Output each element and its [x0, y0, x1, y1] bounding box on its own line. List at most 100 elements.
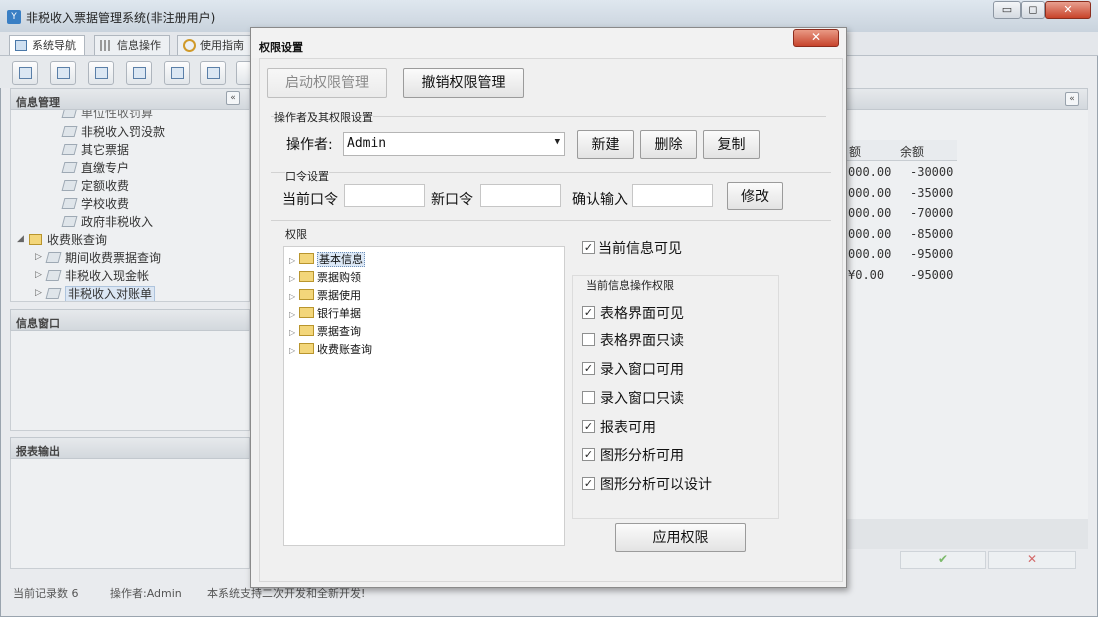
collapsed-arrow-icon[interactable]: ▷	[35, 252, 42, 262]
export-tool-button[interactable]	[200, 61, 226, 85]
tree-item[interactable]: 政府非税收入	[61, 213, 153, 230]
ops-checkbox[interactable]: ✓	[582, 448, 595, 461]
list-icon	[57, 67, 70, 79]
leaf-icon	[45, 252, 62, 263]
visible-checkbox[interactable]: ✓	[582, 241, 595, 254]
expand-arrow-icon: ▷	[289, 274, 296, 283]
grid-cell: 000.00	[848, 206, 892, 220]
tree-item-selected[interactable]: 非税收入对账单	[45, 285, 156, 301]
tab-label: 系统导航	[32, 39, 76, 52]
grid-panel-header	[842, 88, 1088, 110]
tree-item[interactable]: 非税收入罚没款	[61, 123, 165, 140]
current-password-input[interactable]	[344, 184, 425, 207]
close-button[interactable]: ✕	[1045, 1, 1091, 19]
tab-label: 信息操作	[117, 39, 161, 52]
collapsed-arrow-icon[interactable]: ▷	[35, 270, 42, 280]
leaf-icon	[61, 180, 78, 191]
modify-button[interactable]: 修改	[727, 182, 783, 210]
confirm-button[interactable]: ✔	[900, 551, 986, 569]
tree-item[interactable]: 学校收费	[61, 195, 129, 212]
ops-checkbox[interactable]: ✓	[582, 306, 595, 319]
dialog-close-button[interactable]: ✕	[793, 29, 839, 47]
grid-cell: -95000	[910, 267, 954, 282]
cancel-button[interactable]: ✕	[988, 551, 1076, 569]
delete-button[interactable]: 删除	[640, 130, 697, 159]
tree-folder[interactable]: 收费账查询	[29, 231, 107, 248]
collapsed-arrow-icon[interactable]: ▷	[35, 288, 42, 298]
folder-icon	[299, 289, 314, 300]
new-password-input[interactable]	[480, 184, 561, 207]
expand-panel-button[interactable]: «	[1065, 92, 1079, 106]
report-output-body	[10, 459, 250, 569]
panel-title: 信息窗口	[16, 317, 60, 330]
ops-checkbox[interactable]: ✓	[582, 477, 595, 490]
confirm-password-input[interactable]	[632, 184, 713, 207]
ops-checkbox[interactable]: ✓	[582, 362, 595, 375]
app-icon: Y	[7, 10, 21, 24]
collapse-left-button[interactable]: «	[226, 91, 240, 105]
folder-icon	[29, 234, 42, 245]
tab-system-nav[interactable]: 系统导航	[9, 35, 85, 55]
tree-item[interactable]: 非税收入现金帐	[45, 267, 149, 284]
tree-item[interactable]: 单位性收罚算	[61, 110, 153, 121]
monitor-icon	[171, 67, 184, 79]
ops-label: 表格界面可见	[600, 306, 684, 322]
tree-item[interactable]: 其它票据	[61, 141, 129, 158]
ops-checkbox[interactable]	[582, 391, 595, 404]
monitor-icon	[15, 40, 27, 51]
leaf-icon	[61, 126, 78, 137]
tab-info-ops[interactable]: 信息操作	[94, 35, 170, 55]
minimize-button[interactable]: ▭	[993, 1, 1021, 19]
leaf-icon	[45, 270, 62, 281]
document-tool-button[interactable]	[88, 61, 114, 85]
ops-checkbox[interactable]: ✓	[582, 420, 595, 433]
perm-tree-item[interactable]: ▷ 票据查询	[289, 323, 361, 339]
tree-item[interactable]: 直缴专户	[61, 159, 129, 176]
tree-item[interactable]: 定额收费	[61, 177, 129, 194]
view-tool-button[interactable]	[50, 61, 76, 85]
copy-button[interactable]: 复制	[703, 130, 760, 159]
enable-permission-button[interactable]: 启动权限管理	[267, 68, 387, 98]
perm-tree-item[interactable]: ▷ 票据购领	[289, 269, 361, 285]
new-password-label: 新口令	[431, 192, 473, 208]
leaf-icon	[45, 288, 62, 299]
grid-cell: 000.00	[848, 247, 892, 261]
dialog-title: 权限设置	[259, 41, 303, 54]
ops-checkbox[interactable]	[582, 333, 595, 346]
apply-permission-button[interactable]: 应用权限	[615, 523, 746, 552]
permission-tree: ▷ 基本信息 ▷ 票据购领 ▷ 票据使用 ▷ 银行单据 ▷ 票据查询 ▷ 收费账查询	[283, 246, 565, 546]
maximize-button[interactable]: ◻	[1021, 1, 1045, 19]
perm-tree-item[interactable]: ▷ 银行单据	[289, 305, 361, 321]
password-group-title: 口令设置	[285, 168, 329, 184]
grid-cell: -85000	[910, 226, 954, 241]
monitor-tool-button[interactable]	[164, 61, 190, 85]
perm-tree-item[interactable]: ▷ 票据使用	[289, 287, 361, 303]
search-tool-button[interactable]	[12, 61, 38, 85]
expand-arrow-icon: ▷	[289, 328, 296, 337]
leaf-icon	[61, 110, 78, 118]
users-icon	[133, 67, 146, 79]
search-icon	[19, 67, 32, 79]
expanded-arrow-icon[interactable]: ◢	[17, 234, 24, 244]
users-tool-button[interactable]	[126, 61, 152, 85]
operator-value: Admin	[347, 136, 387, 151]
ops-label: 图形分析可以设计	[600, 477, 712, 493]
revoke-permission-button[interactable]: 撤销权限管理	[403, 68, 524, 98]
new-button[interactable]: 新建	[577, 130, 634, 159]
leaf-icon	[61, 162, 78, 173]
grid-icon	[100, 40, 112, 51]
tab-user-guide[interactable]: 使用指南	[177, 35, 253, 55]
divider	[271, 172, 831, 173]
info-tree: 单位性收罚算 非税收入罚没款 其它票据 直缴专户 定额收费 学校收费 政府非税收…	[10, 110, 250, 302]
confirm-password-label: 确认输入	[572, 192, 628, 208]
toolbar	[0, 56, 252, 88]
expand-arrow-icon: ▷	[289, 256, 296, 265]
perm-tree-item-selected[interactable]: ▷ 基本信息	[289, 251, 365, 267]
grid-cell: ¥0.00	[848, 267, 885, 282]
perm-tree-item[interactable]: ▷ 收费账查询	[289, 341, 372, 357]
grid-footer	[842, 519, 1088, 549]
record-count: 当前记录数 6	[13, 587, 79, 600]
tree-item[interactable]: 期间收费票据查询	[45, 249, 161, 266]
app-title: 非税收入票据管理系统(非注册用户)	[26, 11, 216, 25]
operator-select[interactable]: Admin ▼	[343, 132, 565, 156]
